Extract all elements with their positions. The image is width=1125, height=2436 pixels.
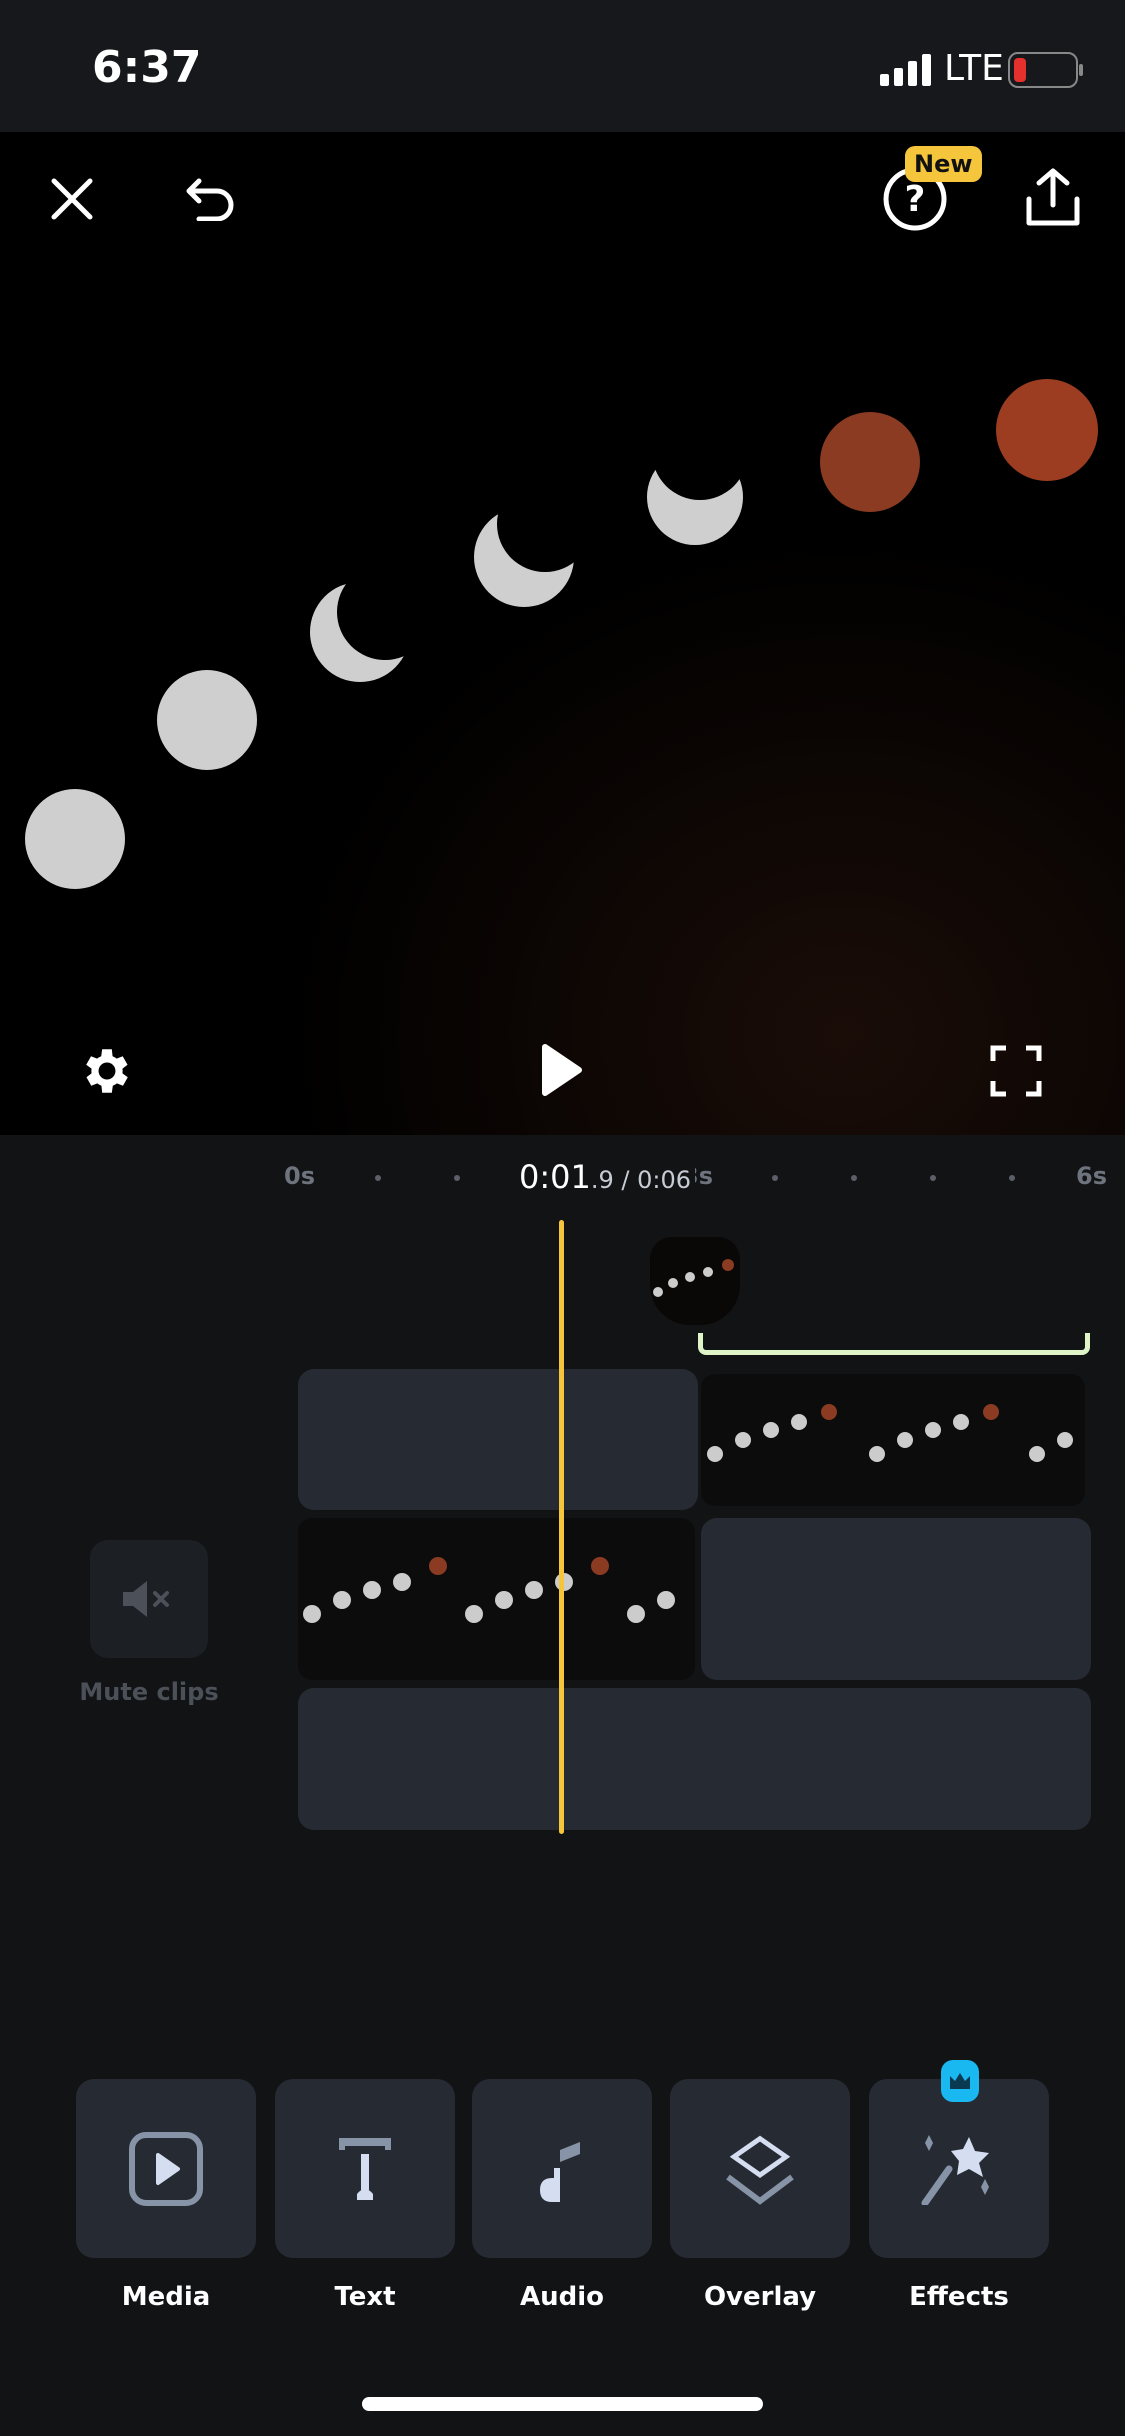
playhead[interactable] [559,1220,564,1834]
undo-icon [186,178,234,221]
video-clip[interactable] [298,1518,695,1680]
current-time: 0:01 [519,1158,591,1196]
tick-dot [375,1175,381,1181]
tick-dot [930,1175,936,1181]
overlay-clip-thumbnail[interactable] [650,1237,740,1325]
svg-text:?: ? [905,179,926,220]
toolbar-effects-button[interactable] [869,2079,1049,2258]
layers-icon [726,2135,794,2205]
magic-wand-icon [921,2134,989,2205]
toolbar-overlay-label: Overlay [703,2282,817,2312]
toolbar-audio-label: Audio [519,2282,605,2312]
media-play-icon [129,2131,203,2206]
clip-filmstrip [707,1404,1073,1462]
mute-clips-button[interactable] [90,1540,208,1658]
music-note-icon [540,2141,580,2202]
moon-thumbnail [653,1259,734,1297]
play-button[interactable] [528,1037,594,1103]
mute-clips-label: Mute clips [79,1678,219,1706]
timecode: 0:01.9 / 0:06 [515,1158,696,1196]
settings-icon [86,1049,128,1093]
battery-icon [1008,52,1083,88]
crown-icon [950,2073,970,2089]
clip-filmstrip [303,1557,675,1623]
track-empty-slot[interactable] [298,1369,698,1510]
toolbar-effects-label: Effects [909,2282,1009,2312]
video-preview[interactable]: ? New [0,132,1125,1135]
tick-dot [454,1175,460,1181]
close-button[interactable] [40,167,104,231]
selection-bracket[interactable] [698,1333,1090,1355]
share-icon [1026,168,1080,226]
undo-button[interactable] [178,167,242,231]
total-duration: / 0:06 [613,1166,692,1194]
signal-icon [880,54,931,86]
status-bar: 6:37 LTE [0,0,1125,132]
tick-6s: 6s [1076,1162,1107,1190]
mute-icon [123,1581,169,1617]
moon-eclipse-image [0,132,1125,1135]
clock: 6:37 [92,42,202,93]
toolbar-audio-button[interactable] [472,2079,652,2258]
play-icon [542,1044,582,1096]
current-time-fraction: .9 [590,1166,614,1194]
tick-dot [1009,1175,1015,1181]
tick-dot [851,1175,857,1181]
toolbar-media-button[interactable] [76,2079,256,2258]
toolbar-overlay-button[interactable] [670,2079,850,2258]
settings-button[interactable] [75,1039,139,1103]
new-badge: New [905,146,982,182]
toolbar-media-label: Media [121,2282,211,2312]
track-empty-slot[interactable] [298,1688,1091,1830]
track-empty-slot[interactable] [701,1518,1091,1680]
tick-0s: 0s [284,1162,315,1190]
text-icon [339,2137,391,2200]
tick-dot [772,1175,778,1181]
video-clip[interactable] [701,1374,1085,1506]
premium-badge [941,2060,979,2102]
toolbar-text-button[interactable] [275,2079,455,2258]
toolbar-text-label: Text [334,2282,396,2312]
close-icon [51,178,93,220]
share-button[interactable] [1018,162,1088,232]
fullscreen-button[interactable] [984,1039,1048,1103]
fullscreen-icon [990,1045,1042,1097]
network-label: LTE [944,48,1004,89]
home-indicator[interactable] [362,2397,763,2411]
